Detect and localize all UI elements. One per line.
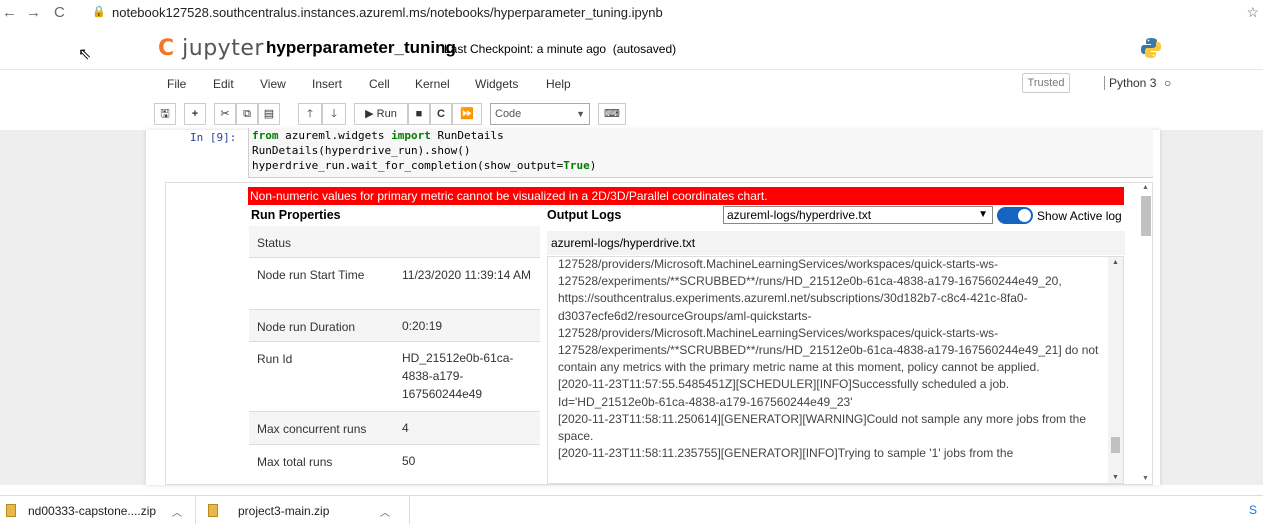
notebook-toolbar: 🖫 + ✂ ⧉ ▤ 🡑 🡓 ▶ Run ■ C ⏩ Code ▼ ⌨ [154,103,634,125]
table-row: Run Id HD_21512e0b-61ca-4838-a179-167560… [249,342,540,412]
menu-view[interactable]: View [260,77,286,91]
downloads-bar: nd00333-capstone....zip ︿ project3-main.… [0,495,1263,524]
run-properties-title: Run Properties [251,208,341,222]
show-active-log-label: Show Active log [1037,209,1122,223]
cell-type-select[interactable]: Code ▼ [490,103,590,125]
checkpoint-status: Last Checkpoint: a minute ago (autosaved… [444,42,677,56]
show-active-log-toggle[interactable] [997,207,1033,224]
save-icon[interactable]: 🖫 [154,103,176,125]
restart-icon[interactable]: C [430,103,452,125]
trusted-badge[interactable]: Trusted [1022,73,1070,93]
log-line: [2020-11-23T11:57:55.5485451Z][SCHEDULER… [558,377,1010,409]
stop-icon[interactable]: ■ [408,103,430,125]
log-scrollbar[interactable]: ▲ ▼ [1108,257,1123,483]
arrow-left-icon[interactable]: ← [2,4,17,21]
run-button[interactable]: ▶ Run [354,103,408,125]
table-row: Status [249,226,540,258]
log-line: 127528/providers/Microsoft.MachineLearni… [558,257,1099,375]
lock-icon: 🔒 [92,6,106,18]
log-file-header: azureml-logs/hyperdrive.txt [547,231,1125,255]
insert-cell-icon[interactable]: + [184,103,206,125]
table-row: Max concurrent runs 4 [249,412,540,445]
kernel-idle-icon: ○ [1164,76,1172,90]
code-line-1: from azureml.widgets import RunDetails [252,129,504,142]
star-icon[interactable]: ☆ [1246,4,1259,21]
menu-widgets[interactable]: Widgets [475,77,518,91]
jupyter-header: C jupyter hyperparameter_tuning Last Che… [0,28,1263,70]
notebook-title[interactable]: hyperparameter_tuning [266,38,456,58]
show-all-link[interactable]: S [1249,503,1257,517]
menu-insert[interactable]: Insert [312,77,342,91]
menu-help[interactable]: Help [546,77,571,91]
url-text[interactable]: notebook127528.southcentralus.instances.… [112,5,663,20]
log-file-select[interactable]: azureml-logs/hyperdrive.txt ▼ [723,206,993,224]
keyboard-icon[interactable]: ⌨ [598,103,626,125]
move-up-icon[interactable]: 🡑 [298,103,322,125]
menu-edit[interactable]: Edit [213,77,234,91]
cut-icon[interactable]: ✂ [214,103,236,125]
log-output[interactable]: 127528/providers/Microsoft.MachineLearni… [547,256,1124,484]
python-logo-icon [1141,38,1161,58]
table-row: Node run Start Time 11/23/2020 11:39:14 … [249,258,540,310]
kernel-name[interactable]: Python 3 [1104,76,1156,90]
menu-bar: File Edit View Insert Cell Kernel Widget… [154,73,1180,97]
cell-prompt: In [9]: [190,131,237,144]
download-item[interactable]: project3-main.zip ︿ [202,496,410,524]
chevron-up-icon[interactable]: ︿ [172,504,182,519]
copy-icon[interactable]: ⧉ [236,103,258,125]
menu-file[interactable]: File [167,77,186,91]
move-down-icon[interactable]: 🡓 [322,103,346,125]
log-line: [2020-11-23T11:58:11.250614][GENERATOR][… [558,411,1087,444]
output-logs-title: Output Logs [547,208,622,222]
code-cell[interactable]: from azureml.widgets import RunDetails R… [248,128,1153,178]
mouse-cursor-icon: ⇖ [78,46,92,63]
download-item[interactable]: nd00333-capstone....zip ︿ [0,496,196,524]
log-line: [2020-11-23T11:58:11.235755][GENERATOR][… [558,446,1014,461]
reload-icon[interactable]: C [54,4,65,21]
chevron-up-icon[interactable]: ︿ [380,504,390,519]
code-line-3: hyperdrive_run.wait_for_completion(show_… [252,159,597,172]
zip-file-icon [208,504,218,517]
menu-cell[interactable]: Cell [369,77,390,91]
paste-icon[interactable]: ▤ [258,103,280,125]
chevron-down-icon: ▼ [978,209,988,220]
table-row: Max total runs 50 [257,454,416,469]
warning-banner: Non-numeric values for primary metric ca… [248,187,1124,205]
menu-kernel[interactable]: Kernel [415,77,450,91]
browser-address-bar: ← → C 🔒 notebook127528.southcentralus.in… [0,0,1263,28]
log-text: 127528/providers/Microsoft.MachineLearni… [558,257,1104,462]
output-scrollbar[interactable]: ▲ ▼ [1140,183,1152,483]
restart-run-all-icon[interactable]: ⏩ [452,103,482,125]
jupyter-logo[interactable]: C jupyter [158,36,264,61]
arrow-right-icon[interactable]: → [26,4,41,21]
code-line-2: RunDetails(hyperdrive_run).show() [252,144,471,157]
zip-file-icon [6,504,16,517]
table-row: Node run Duration 0:20:19 [249,310,540,342]
